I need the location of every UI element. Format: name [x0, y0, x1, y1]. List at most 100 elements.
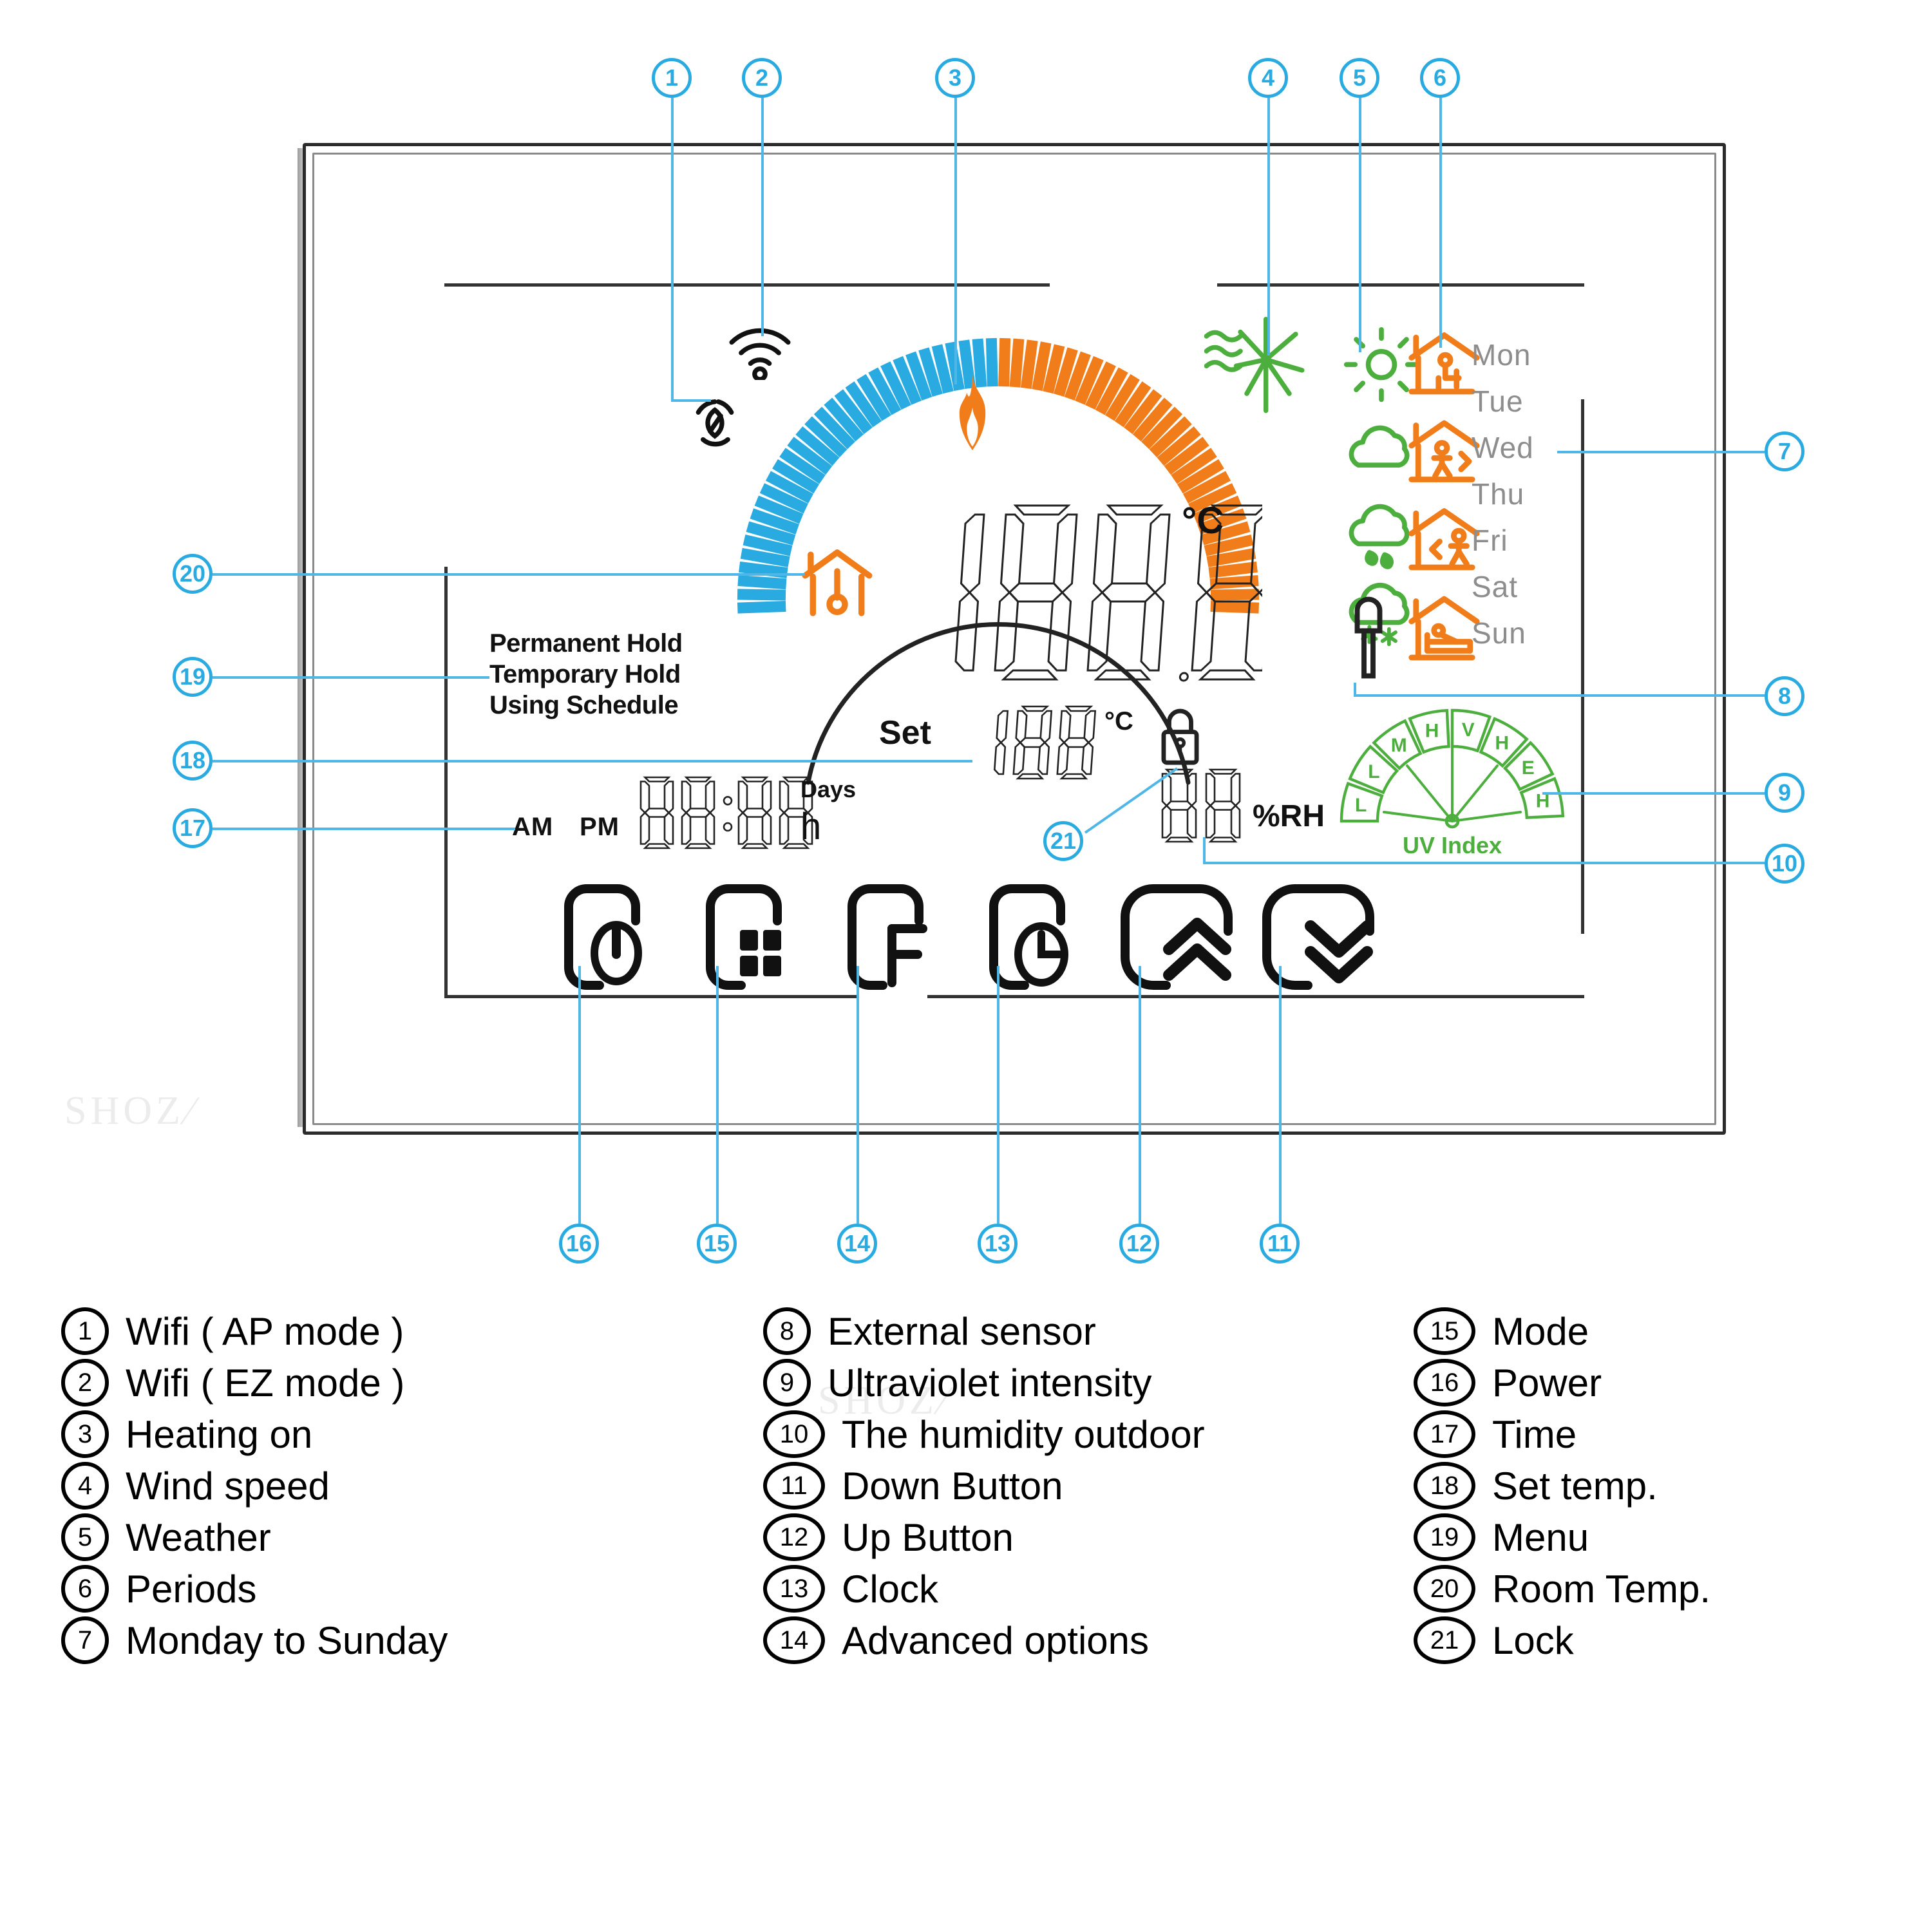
legend-item: 11 Down Button	[763, 1462, 1205, 1510]
legend-number: 17	[1414, 1410, 1475, 1458]
callout-20: 20	[173, 554, 213, 594]
legend-item: 17 Time	[1414, 1410, 1710, 1458]
legend-number: 6	[61, 1565, 109, 1613]
rain-icon	[1349, 504, 1410, 569]
hour-label: h	[800, 806, 822, 848]
legend-number: 15	[1414, 1307, 1475, 1355]
lock-icon	[1161, 708, 1199, 765]
set-temp-label: Set	[879, 714, 931, 752]
leader-17	[213, 828, 515, 830]
legend-label: Set temp.	[1492, 1464, 1658, 1508]
callout-2: 2	[742, 58, 782, 98]
leader-8	[1354, 694, 1765, 697]
legend-item: 18 Set temp.	[1414, 1462, 1710, 1510]
legend-item: 4 Wind speed	[61, 1462, 448, 1510]
down-button-bracket	[1262, 884, 1312, 990]
mode-text-block: Permanent Hold Temporary Hold Using Sche…	[489, 628, 683, 721]
wind-speed-icon	[1204, 316, 1305, 413]
legend-label: Ultraviolet intensity	[828, 1361, 1152, 1405]
callout-9: 9	[1765, 773, 1804, 813]
callout-19: 19	[173, 657, 213, 697]
legend-label: Heating on	[126, 1412, 313, 1456]
legend-number: 10	[763, 1410, 825, 1458]
leader-16	[578, 966, 581, 1224]
uv-segment-label: E	[1522, 757, 1535, 779]
legend-item: 9 Ultraviolet intensity	[763, 1359, 1205, 1406]
uv-segment-label: H	[1425, 720, 1439, 741]
button-row	[564, 884, 1374, 990]
legend-label: Room Temp.	[1492, 1567, 1711, 1611]
period-returning-icon	[1408, 508, 1480, 571]
legend-number: 14	[763, 1616, 825, 1664]
legend-item: 2 Wifi ( EZ mode )	[61, 1359, 448, 1406]
legend-item: 5 Weather	[61, 1513, 448, 1561]
gauge-tick-heat	[1020, 339, 1038, 389]
external-sensor-icon	[1354, 596, 1383, 679]
pm-label: PM	[580, 813, 620, 841]
mode-permanent-hold: Permanent Hold	[489, 629, 683, 658]
legend: 1 Wifi ( AP mode ) 2 Wifi ( EZ mode ) 3 Heati…	[61, 1307, 1916, 1919]
legend-number: 7	[61, 1616, 109, 1664]
legend-label: Weather	[126, 1515, 271, 1559]
gauge-tick-cool	[740, 547, 790, 567]
uv-index-label: UV Index	[1403, 832, 1502, 858]
callout-3: 3	[935, 58, 975, 98]
leader-11	[1279, 966, 1282, 1224]
legend-item: 16 Power	[1414, 1359, 1710, 1406]
legend-label: External sensor	[828, 1309, 1096, 1353]
legend-label: Mode	[1492, 1309, 1589, 1353]
weekday-tue: Tue	[1472, 384, 1524, 418]
callout-10: 10	[1765, 844, 1804, 884]
legend-number: 12	[763, 1513, 825, 1561]
legend-item: 1 Wifi ( AP mode )	[61, 1307, 448, 1355]
leader-19	[213, 676, 489, 679]
legend-item: 20 Room Temp.	[1414, 1565, 1710, 1613]
legend-item: 6 Periods	[61, 1565, 448, 1613]
leader-20	[213, 573, 805, 576]
callout-12: 12	[1119, 1224, 1159, 1264]
legend-label: Menu	[1492, 1515, 1589, 1559]
callout-7: 7	[1765, 431, 1804, 471]
uv-segment-label: L	[1368, 761, 1379, 782]
chevrons-up-icon	[1163, 918, 1231, 981]
legend-item: 7 Monday to Sunday	[61, 1616, 448, 1664]
weekday-mon: Mon	[1472, 338, 1531, 372]
legend-item: 3 Heating on	[61, 1410, 448, 1458]
legend-number: 4	[61, 1462, 109, 1510]
callout-13: 13	[978, 1224, 1018, 1264]
callout-17: 17	[173, 808, 213, 848]
mode-temporary-hold: Temporary Hold	[489, 660, 681, 688]
mode-grid-icon	[740, 930, 781, 976]
gauge-tick-heat	[998, 337, 1011, 387]
legend-number: 11	[763, 1462, 825, 1510]
time-display	[639, 776, 813, 849]
leader-15	[716, 966, 719, 1224]
legend-item: 15 Mode	[1414, 1307, 1710, 1355]
legend-number: 18	[1414, 1462, 1475, 1510]
callout-14: 14	[837, 1224, 877, 1264]
uv-segment-label: V	[1462, 719, 1475, 741]
gauge-tick-heat	[1009, 338, 1025, 388]
legend-item: 8 External sensor	[763, 1307, 1205, 1355]
leader-13	[997, 966, 999, 1224]
legend-item: 10 The humidity outdoor	[763, 1410, 1205, 1458]
legend-number: 21	[1414, 1616, 1475, 1664]
legend-item: 13 Clock	[763, 1565, 1205, 1613]
legend-column-1: 1 Wifi ( AP mode ) 2 Wifi ( EZ mode ) 3 Heati…	[61, 1307, 448, 1668]
watermark: SHOZ/	[64, 1089, 207, 1133]
legend-number: 5	[61, 1513, 109, 1561]
legend-label: Advanced options	[842, 1618, 1150, 1662]
legend-number: 13	[763, 1565, 825, 1613]
registration-mark-top-right	[1217, 283, 1584, 287]
legend-label: Wifi ( AP mode )	[126, 1309, 404, 1353]
legend-label: Lock	[1492, 1618, 1574, 1662]
legend-label: Wind speed	[126, 1464, 330, 1508]
legend-number: 8	[763, 1307, 811, 1355]
legend-item: 21 Lock	[1414, 1616, 1710, 1664]
chevrons-down-icon	[1305, 920, 1373, 983]
humidity-unit: %RH	[1253, 799, 1325, 833]
leader-21	[1084, 767, 1179, 834]
legend-number: 16	[1414, 1359, 1475, 1406]
callout-18: 18	[173, 741, 213, 781]
gauge-tick-cool	[737, 575, 787, 590]
